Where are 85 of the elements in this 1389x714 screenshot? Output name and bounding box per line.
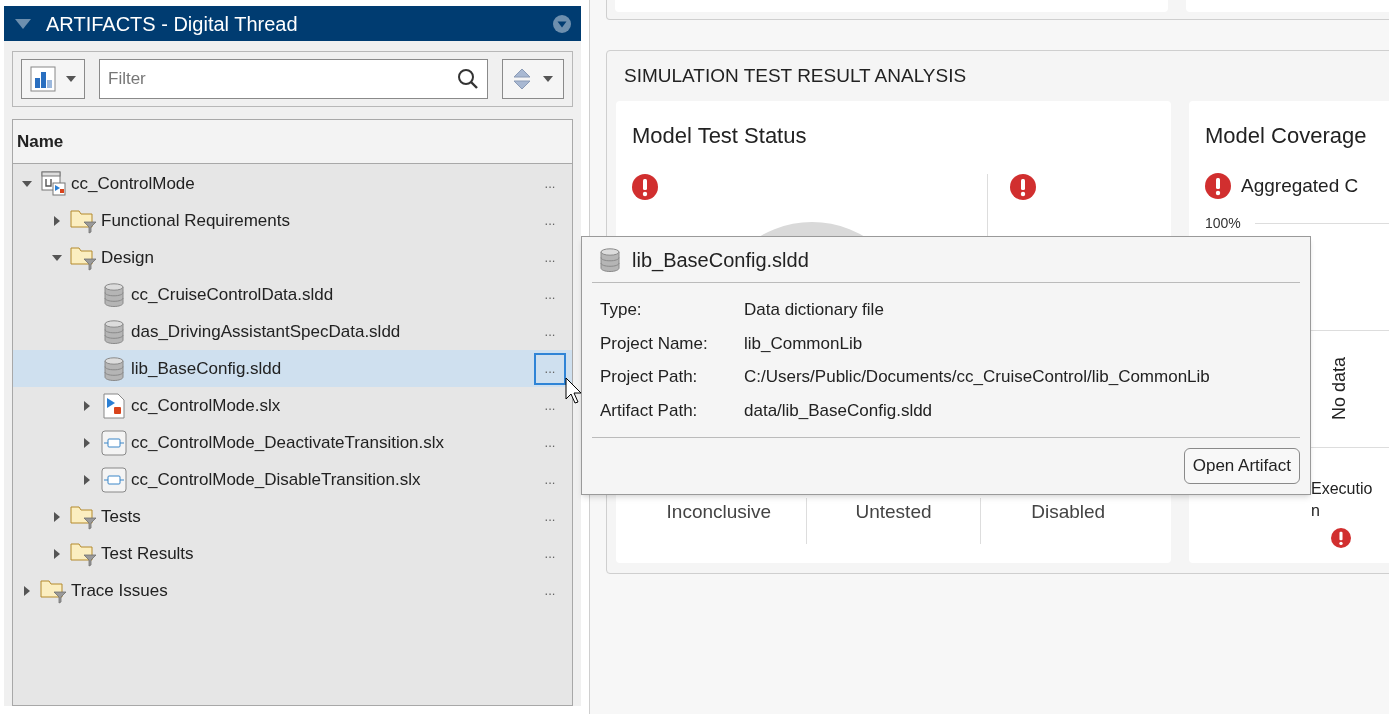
tree-row[interactable]: cc_ControlMode_DisableTransition.slx ... [13, 461, 572, 498]
search-icon [457, 68, 479, 90]
field-label: Artifact Path: [600, 399, 699, 422]
database-icon [600, 247, 620, 272]
database-icon [104, 356, 124, 381]
tree-row[interactable]: Design ... [13, 239, 572, 276]
field-label: Type: [600, 299, 643, 321]
open-artifact-button[interactable]: Open Artifact [1183, 448, 1300, 484]
error-icon [1010, 174, 1036, 200]
more-button[interactable]: ... [534, 463, 566, 496]
error-icon [1205, 173, 1231, 200]
popover-title: lib_BaseConfig.sldd [632, 247, 809, 274]
model-file-icon [103, 392, 125, 419]
caret-icon [66, 76, 76, 82]
more-button[interactable]: ... [534, 352, 566, 385]
more-button[interactable]: ... [534, 574, 566, 607]
sort-dropdown[interactable] [502, 59, 564, 99]
legend-label: Aggregated C [1241, 174, 1359, 198]
more-button[interactable]: ... [534, 278, 566, 311]
error-icon [632, 174, 658, 200]
tree-row[interactable]: cc_ControlMode ... [13, 165, 572, 202]
folder-filter-icon [40, 577, 68, 604]
more-button[interactable]: ... [534, 537, 566, 570]
more-button[interactable]: ... [534, 241, 566, 274]
folder-filter-icon [70, 503, 98, 530]
field-label: Project Path: [600, 366, 699, 388]
status-label: Inconclusive [666, 500, 772, 524]
database-icon [104, 319, 124, 344]
panel-title: ARTIFACTS - Digital Thread [46, 11, 299, 37]
model-icon [41, 170, 67, 197]
tree-row[interactable]: Trace Issues ... [13, 572, 572, 609]
column-header[interactable]: Name [13, 120, 572, 164]
more-button[interactable]: ... [534, 204, 566, 237]
field-value: lib_CommonLib [744, 332, 864, 355]
tree-item-label: cc_ControlMode_DeactivateTransition.slx [131, 431, 445, 454]
tree-row[interactable]: das_DrivingAssistantSpecData.sldd ... [13, 313, 572, 350]
panel-menu-icon[interactable] [553, 14, 571, 33]
tree-item-label: cc_ControlMode [71, 172, 195, 195]
tree-item-label: cc_ControlMode.slx [131, 394, 281, 417]
axis-label: Executio n [1311, 478, 1373, 521]
tree-row[interactable]: cc_ControlMode_DeactivateTransition.slx ... [13, 424, 572, 461]
card-title: Model Test Status [632, 122, 808, 150]
folder-filter-icon [70, 207, 98, 234]
subsystem-icon [101, 429, 127, 456]
column-title: Name [17, 130, 64, 153]
status-label: Untested [855, 500, 932, 524]
field-value: data/lib_BaseConfig.sldd [744, 399, 934, 422]
status-label: Disabled [1031, 500, 1106, 524]
section-title: SIMULATION TEST RESULT ANALYSIS [624, 63, 967, 88]
chart-icon [30, 66, 56, 92]
tree-row[interactable]: cc_CruiseControlData.sldd ... [13, 276, 572, 313]
more-button[interactable]: ... [534, 426, 566, 459]
subsystem-icon [101, 466, 127, 493]
tree-item-label: Tests [101, 505, 141, 528]
view-dropdown[interactable] [21, 59, 85, 99]
tree-item-label: cc_CruiseControlData.sldd [131, 283, 334, 306]
tree-item-label: Functional Requirements [101, 209, 290, 232]
more-button[interactable]: ... [534, 389, 566, 422]
tree-item-label: das_DrivingAssistantSpecData.sldd [131, 320, 401, 343]
tree-item-label: Design [101, 246, 154, 269]
folder-filter-icon [70, 540, 98, 567]
tree-item-label: Trace Issues [71, 579, 168, 602]
caret-icon [543, 76, 553, 82]
more-button[interactable]: ... [534, 315, 566, 348]
no-data-label: No data [1328, 357, 1351, 420]
axis-tick: 100% [1205, 213, 1241, 233]
database-icon [104, 282, 124, 307]
tree-row[interactable]: cc_ControlMode.slx ... [13, 387, 572, 424]
field-label: Project Name: [600, 332, 709, 355]
tree-item-label: lib_BaseConfig.sldd [131, 357, 282, 380]
tree-row[interactable]: Functional Requirements ... [13, 202, 572, 239]
sort-icon [513, 67, 531, 91]
tree-row[interactable]: lib_BaseConfig.sldd ... [13, 350, 572, 387]
tree-item-label: cc_ControlMode_DisableTransition.slx [131, 468, 421, 491]
tree-item-label: Test Results [101, 542, 194, 565]
field-value: Data dictionary file [744, 299, 885, 321]
error-icon [1331, 527, 1351, 548]
tree-row[interactable]: Tests ... [13, 498, 572, 535]
field-value: C:/Users/Public/Documents/cc_CruiseControl/lib_CommonLib [744, 366, 1211, 388]
collapse-icon[interactable] [14, 17, 32, 30]
card-title: Model Coverage [1205, 122, 1368, 150]
more-button[interactable]: ... [534, 167, 566, 200]
more-button[interactable]: ... [534, 500, 566, 533]
tree-row[interactable]: Test Results ... [13, 535, 572, 572]
folder-filter-icon [70, 244, 98, 271]
